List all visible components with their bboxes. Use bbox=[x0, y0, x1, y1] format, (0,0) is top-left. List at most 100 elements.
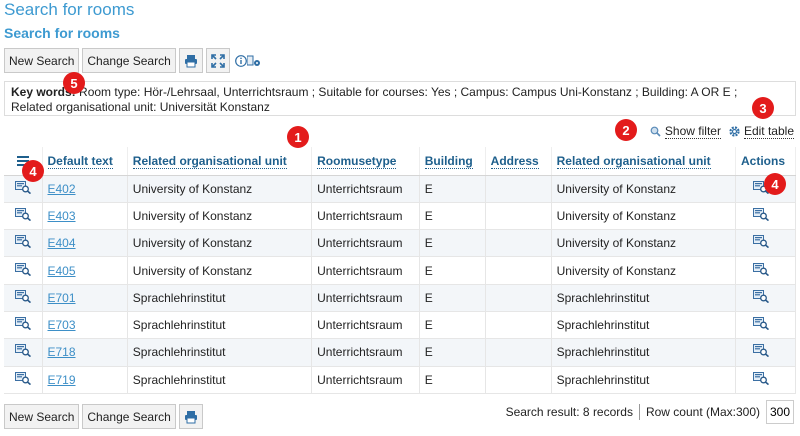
row-details-button[interactable] bbox=[4, 229, 43, 258]
org-unit-cell-2: Sprachlehrinstitut bbox=[551, 366, 737, 394]
roomusetype-cell: Unterrichtsraum bbox=[311, 284, 420, 312]
room-details-icon[interactable] bbox=[753, 289, 769, 303]
room-link[interactable]: E718 bbox=[48, 345, 76, 359]
column-related-org-unit[interactable]: Related organisational unit bbox=[127, 147, 313, 176]
rooms-table: Default text Related organisational unit… bbox=[4, 147, 796, 394]
table-header-row: Default text Related organisational unit… bbox=[4, 147, 796, 176]
room-name-cell: E719 bbox=[42, 366, 128, 394]
info-icon[interactable] bbox=[234, 54, 247, 67]
org-unit-cell: Sprachlehrinstitut bbox=[127, 284, 313, 312]
actions-cell bbox=[735, 229, 796, 258]
column-address[interactable]: Address bbox=[485, 147, 552, 176]
annotation-badge: 4 bbox=[22, 160, 44, 182]
room-name-cell: E718 bbox=[42, 338, 128, 367]
room-link[interactable]: E719 bbox=[48, 373, 76, 387]
org-unit-cell: Sprachlehrinstitut bbox=[127, 338, 313, 367]
org-unit-cell: University of Konstanz bbox=[127, 202, 313, 231]
row-details-button[interactable] bbox=[4, 338, 43, 367]
row-count-input[interactable] bbox=[766, 400, 794, 424]
show-filter-link[interactable]: Show filter bbox=[650, 124, 721, 139]
org-unit-cell-2: University of Konstanz bbox=[551, 256, 737, 285]
room-details-icon[interactable] bbox=[753, 262, 769, 276]
annotation-badge: 2 bbox=[615, 119, 637, 141]
actions-cell bbox=[735, 366, 796, 394]
bottom-toolbar: New Search Change Search bbox=[4, 404, 203, 429]
roomusetype-cell: Unterrichtsraum bbox=[311, 175, 420, 203]
edit-table-label: Edit table bbox=[743, 124, 794, 139]
room-link[interactable]: E404 bbox=[48, 236, 76, 250]
top-toolbar: New Search Change Search bbox=[4, 48, 261, 73]
print-icon bbox=[184, 54, 198, 68]
room-link[interactable]: E405 bbox=[48, 264, 76, 278]
settings-icon[interactable] bbox=[246, 55, 261, 67]
org-unit-cell-2: University of Konstanz bbox=[551, 175, 737, 203]
column-default-text[interactable]: Default text bbox=[42, 147, 128, 176]
divider bbox=[638, 404, 640, 420]
row-details-button[interactable] bbox=[4, 366, 43, 394]
table-row: E404 University of Konstanz Unterrichtsrau… bbox=[4, 229, 796, 258]
roomusetype-cell: Unterrichtsraum bbox=[311, 202, 420, 231]
room-link[interactable]: E703 bbox=[48, 318, 76, 332]
roomusetype-cell: Unterrichtsraum bbox=[311, 366, 420, 394]
address-cell bbox=[485, 366, 552, 394]
room-details-icon bbox=[14, 317, 31, 331]
page-title: Search for rooms bbox=[4, 0, 135, 19]
new-search-button[interactable]: New Search bbox=[4, 48, 80, 73]
new-search-button-bottom[interactable]: New Search bbox=[4, 404, 80, 429]
room-details-icon[interactable] bbox=[753, 344, 769, 358]
print-button-bottom[interactable] bbox=[178, 404, 203, 429]
actions-cell bbox=[735, 202, 796, 231]
room-link[interactable]: E701 bbox=[48, 291, 76, 305]
actions-cell bbox=[735, 338, 796, 367]
annotation-badge: 4 bbox=[764, 173, 786, 195]
column-roomusetype[interactable]: Roomusetype bbox=[311, 147, 420, 176]
org-unit-cell-2: Sprachlehrinstitut bbox=[551, 338, 737, 367]
room-name-cell: E402 bbox=[42, 175, 128, 203]
column-building[interactable]: Building bbox=[419, 147, 486, 176]
room-name-cell: E404 bbox=[42, 229, 128, 258]
room-details-icon[interactable] bbox=[753, 371, 769, 385]
show-filter-label: Show filter bbox=[664, 124, 721, 139]
room-details-icon[interactable] bbox=[753, 317, 769, 331]
row-details-button[interactable] bbox=[4, 256, 43, 285]
fullscreen-button[interactable] bbox=[205, 48, 230, 73]
room-details-icon[interactable] bbox=[753, 235, 769, 249]
annotation-badge: 1 bbox=[287, 126, 309, 148]
roomusetype-cell: Unterrichtsraum bbox=[311, 229, 420, 258]
address-cell bbox=[485, 175, 552, 203]
room-details-icon bbox=[14, 371, 31, 385]
row-details-button[interactable] bbox=[4, 311, 43, 340]
org-unit-cell: University of Konstanz bbox=[127, 175, 313, 203]
keywords-text: Room type: Hör-/Lehrsaal, Unterrichtsrau… bbox=[75, 85, 738, 99]
print-button[interactable] bbox=[178, 48, 203, 73]
gear-icon bbox=[729, 126, 740, 137]
room-details-icon bbox=[14, 344, 31, 358]
row-count-label: Row count (Max:300) bbox=[645, 405, 760, 419]
search-keywords: Key words: Room type: Hör-/Lehrsaal, Unt… bbox=[4, 81, 796, 116]
building-cell: E bbox=[419, 256, 486, 285]
row-details-button[interactable] bbox=[4, 202, 43, 231]
org-unit-cell-2: Sprachlehrinstitut bbox=[551, 284, 737, 312]
change-search-button-bottom[interactable]: Change Search bbox=[82, 404, 176, 429]
row-details-button[interactable] bbox=[4, 284, 43, 312]
room-link[interactable]: E402 bbox=[48, 182, 76, 196]
column-related-org-unit-2[interactable]: Related organisational unit bbox=[551, 147, 737, 176]
building-cell: E bbox=[419, 175, 486, 203]
room-details-icon[interactable] bbox=[753, 207, 769, 221]
building-cell: E bbox=[419, 202, 486, 231]
room-details-icon bbox=[14, 289, 31, 303]
table-row: E701 Sprachlehrinstitut Unterrichtsraum E Sp… bbox=[4, 284, 796, 312]
annotation-badge: 5 bbox=[63, 72, 85, 94]
print-icon bbox=[184, 410, 198, 424]
room-details-icon bbox=[14, 262, 31, 276]
building-cell: E bbox=[419, 366, 486, 394]
room-link[interactable]: E403 bbox=[48, 209, 76, 223]
org-unit-cell-2: University of Konstanz bbox=[551, 202, 737, 231]
search-icon bbox=[650, 126, 661, 137]
table-row: E718 Sprachlehrinstitut Unterrichtsraum E Sp… bbox=[4, 338, 796, 367]
address-cell bbox=[485, 229, 552, 258]
address-cell bbox=[485, 338, 552, 367]
building-cell: E bbox=[419, 284, 486, 312]
change-search-button[interactable]: Change Search bbox=[82, 48, 176, 73]
edit-table-link[interactable]: Edit table bbox=[729, 124, 794, 139]
